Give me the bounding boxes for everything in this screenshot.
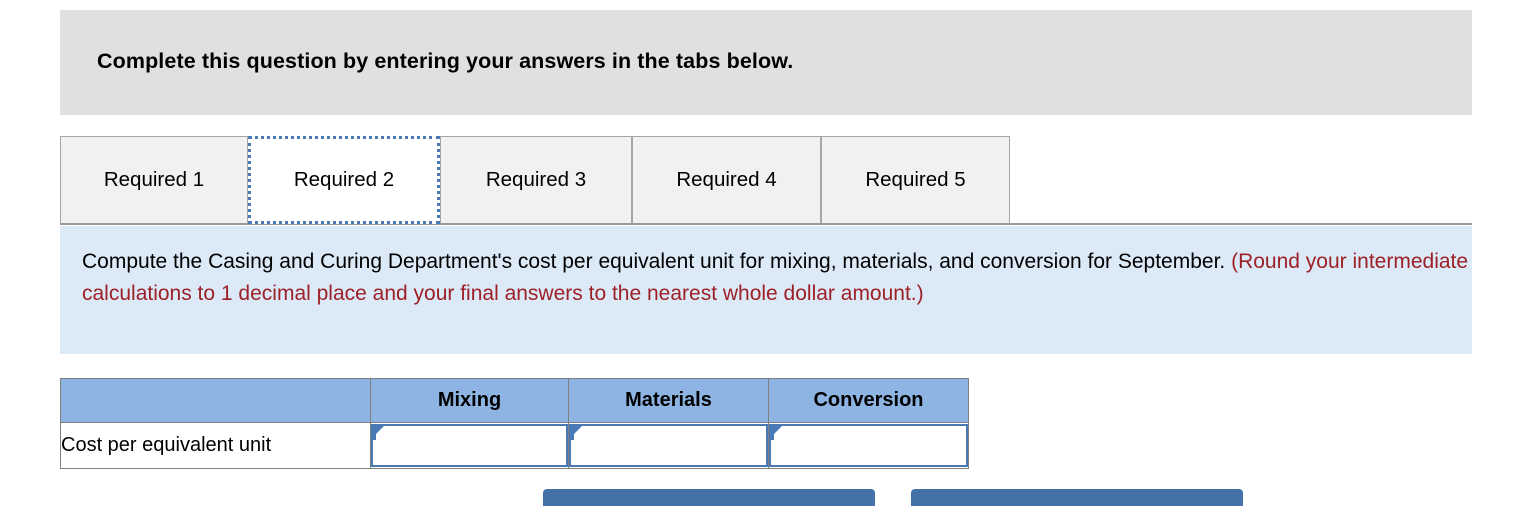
input-box[interactable] <box>769 424 968 467</box>
cost-per-equivalent-unit-conversion-input[interactable] <box>784 426 964 465</box>
tab-required-3[interactable]: Required 3 <box>440 136 632 224</box>
cost-per-equivalent-unit-table: Mixing Materials Conversion Cost per equiv… <box>60 378 969 469</box>
tab-required-2[interactable]: Required 2 <box>248 136 440 224</box>
question-workspace: Complete this question by entering your … <box>0 0 1520 506</box>
cost-per-equivalent-unit-conversion-cell[interactable] <box>768 422 969 469</box>
requirement-tabs: Required 1 Required 2 Required 3 Required 4… <box>60 136 1472 224</box>
table-header-row: Mixing Materials Conversion <box>60 378 969 423</box>
next-required-button[interactable] <box>911 489 1243 506</box>
page-title: Complete this question by entering your … <box>97 49 794 73</box>
tab-label: Required 2 <box>293 168 395 191</box>
row-label: Cost per equivalent unit <box>60 422 371 469</box>
cell-marker-icon <box>771 426 782 440</box>
tab-required-1[interactable]: Required 1 <box>60 136 248 224</box>
instruction-text: Compute the Casing and Curing Department… <box>82 246 1472 310</box>
cost-per-equivalent-unit-mixing-cell[interactable] <box>370 422 569 469</box>
previous-required-button[interactable] <box>543 489 875 506</box>
tab-label: Required 5 <box>865 168 966 191</box>
table-header-conversion: Conversion <box>768 378 969 423</box>
input-box[interactable] <box>371 424 568 467</box>
question-banner: Complete this question by entering your … <box>60 10 1472 115</box>
answer-table-wrapper: Mixing Materials Conversion Cost per equiv… <box>60 378 969 469</box>
cost-per-equivalent-unit-materials-input[interactable] <box>584 426 764 465</box>
tab-required-5[interactable]: Required 5 <box>821 136 1010 224</box>
table-header-blank <box>60 378 371 423</box>
tab-label: Required 3 <box>485 168 587 191</box>
table-header-mixing: Mixing <box>370 378 569 423</box>
tab-label: Required 1 <box>103 168 205 191</box>
instruction-lead: Compute the Casing and Curing Department… <box>82 250 1232 273</box>
cell-marker-icon <box>571 426 582 440</box>
table-header-materials: Materials <box>568 378 769 423</box>
instruction-panel: Compute the Casing and Curing Department… <box>60 226 1472 354</box>
input-box[interactable] <box>569 424 768 467</box>
tab-label: Required 4 <box>676 168 777 191</box>
cost-per-equivalent-unit-materials-cell[interactable] <box>568 422 769 469</box>
cell-marker-icon <box>373 426 384 440</box>
table-row: Cost per equivalent unit <box>60 422 969 469</box>
tab-required-4[interactable]: Required 4 <box>632 136 821 224</box>
cost-per-equivalent-unit-mixing-input[interactable] <box>386 426 564 465</box>
